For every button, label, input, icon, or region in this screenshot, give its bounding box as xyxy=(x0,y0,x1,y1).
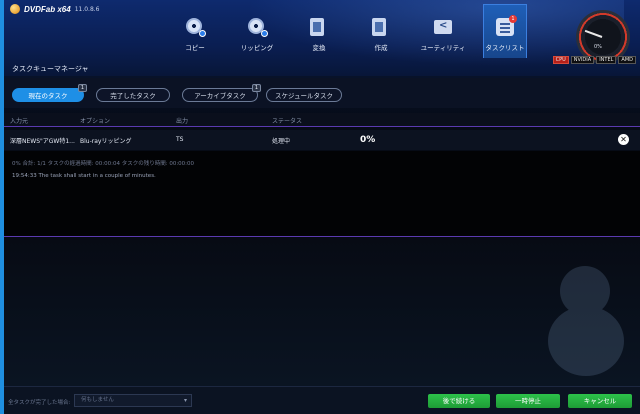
tab-completed-tasks[interactable]: 完了したタスク xyxy=(96,88,170,102)
task-table-header: 入力元 オプション 出力 ステータス xyxy=(4,113,640,127)
nav-creator-label: 作成 xyxy=(374,44,388,52)
on-complete-label: 全タスクが完了した場合: xyxy=(8,400,71,406)
main-nav: コピー リッピング 変換 作成 ユーティリティ 1 xyxy=(164,4,536,58)
nav-ripper-label: リッピング xyxy=(240,44,274,52)
tab-current-tasks-label: 現在のタスク xyxy=(28,92,68,100)
footer-bar: 全タスクが完了した場合: 何もしません ▾ 後で続ける 一時停止 キャンセル xyxy=(4,386,640,414)
header: DVDFab x64 11.0.8.6 コピー リッピング 変換 作成 < ユー… xyxy=(4,0,640,76)
task-status: 処理中 xyxy=(272,138,291,145)
app-window: DVDFab x64 11.0.8.6 コピー リッピング 変換 作成 < ユー… xyxy=(0,0,640,414)
task-summary-line: 0% 合計: 1/1 タスクの経過時間: 00:00:04 タスクの残り時間: … xyxy=(12,161,195,167)
cancel-button[interactable]: キャンセル xyxy=(568,394,632,408)
pause-button[interactable]: 一時停止 xyxy=(496,394,560,408)
nav-converter[interactable]: 変換 xyxy=(288,4,350,58)
copy-disc-icon xyxy=(186,18,206,37)
nav-utility-label: ユーティリティ xyxy=(420,44,466,52)
nvidia-badge: NVIDIA xyxy=(570,56,595,64)
col-option: オプション xyxy=(80,118,111,125)
snowman-decoration-icon xyxy=(530,246,640,386)
nav-task-list-label: タスクリスト xyxy=(485,44,525,52)
gauge-readout: 0% xyxy=(594,44,602,50)
ripper-disc-icon xyxy=(248,18,268,37)
continue-later-button[interactable]: 後で続ける xyxy=(428,394,490,408)
task-output: TS xyxy=(176,136,184,143)
nav-ripper[interactable]: リッピング xyxy=(226,4,288,58)
converter-film-icon xyxy=(310,18,328,36)
task-tabs-bar: 現在のタスク 1 完了したタスク アーカイブタスク 1 スケジュールタスク xyxy=(4,78,640,108)
empty-area xyxy=(4,238,640,386)
utility-folder-icon xyxy=(434,18,452,36)
amd-badge: AMD xyxy=(618,56,636,64)
intel-badge: INTEL xyxy=(596,56,617,64)
hardware-badges: CPU NVIDIA INTEL AMD xyxy=(552,56,636,64)
task-progress: 0% xyxy=(360,135,376,145)
tab-archived-tasks-count: 1 xyxy=(252,84,261,92)
task-log-message: 19:54:33 The task shall start in a coupl… xyxy=(12,173,156,179)
on-complete-select[interactable]: 何もしません ▾ xyxy=(74,394,192,407)
cpu-badge: CPU xyxy=(552,56,569,64)
task-option: Blu-rayリッピング xyxy=(80,138,132,145)
task-input: 深層NEWS"アGW特1... xyxy=(10,138,75,145)
tab-current-tasks-count: 1 xyxy=(78,84,87,92)
task-count-badge: 1 xyxy=(509,15,517,23)
nav-task-list[interactable]: 1 タスクリスト xyxy=(483,4,527,58)
col-output: 出力 xyxy=(176,118,189,125)
task-log-panel: 0% 合計: 1/1 タスクの経過時間: 00:00:04 タスクの残り時間: … xyxy=(4,151,640,237)
tab-archived-tasks[interactable]: アーカイブタスク 1 xyxy=(182,84,261,102)
col-input: 入力元 xyxy=(10,118,29,125)
table-row[interactable]: 深層NEWS"アGW特1... Blu-rayリッピング TS 処理中 0% ✕ xyxy=(4,130,640,150)
nav-converter-label: 変換 xyxy=(312,44,326,52)
creator-film-icon xyxy=(372,18,390,36)
tab-current-tasks[interactable]: 現在のタスク 1 xyxy=(12,84,87,102)
app-name: DVDFab x64 xyxy=(24,4,71,14)
app-version: 11.0.8.6 xyxy=(74,5,100,13)
task-list-icon: 1 xyxy=(496,15,517,36)
tab-scheduled-tasks-label: スケジュールタスク xyxy=(274,92,334,100)
nav-creator[interactable]: 作成 xyxy=(350,4,412,58)
col-status: ステータス xyxy=(272,118,303,125)
nav-utility[interactable]: ユーティリティ xyxy=(412,4,474,58)
app-logo-icon xyxy=(10,4,20,14)
brand: DVDFab x64 11.0.8.6 xyxy=(10,4,100,14)
nav-copy[interactable]: コピー xyxy=(164,4,226,58)
chevron-down-icon: ▾ xyxy=(183,397,187,404)
tab-completed-tasks-label: 完了したタスク xyxy=(110,92,156,100)
remove-task-close-icon[interactable]: ✕ xyxy=(618,134,629,145)
tab-scheduled-tasks[interactable]: スケジュールタスク xyxy=(266,88,342,102)
tab-archived-tasks-label: アーカイブタスク xyxy=(194,92,246,100)
page-title: タスクキューマネージャ xyxy=(12,65,89,73)
nav-copy-label: コピー xyxy=(185,44,205,52)
on-complete-select-value: 何もしません xyxy=(81,397,114,403)
